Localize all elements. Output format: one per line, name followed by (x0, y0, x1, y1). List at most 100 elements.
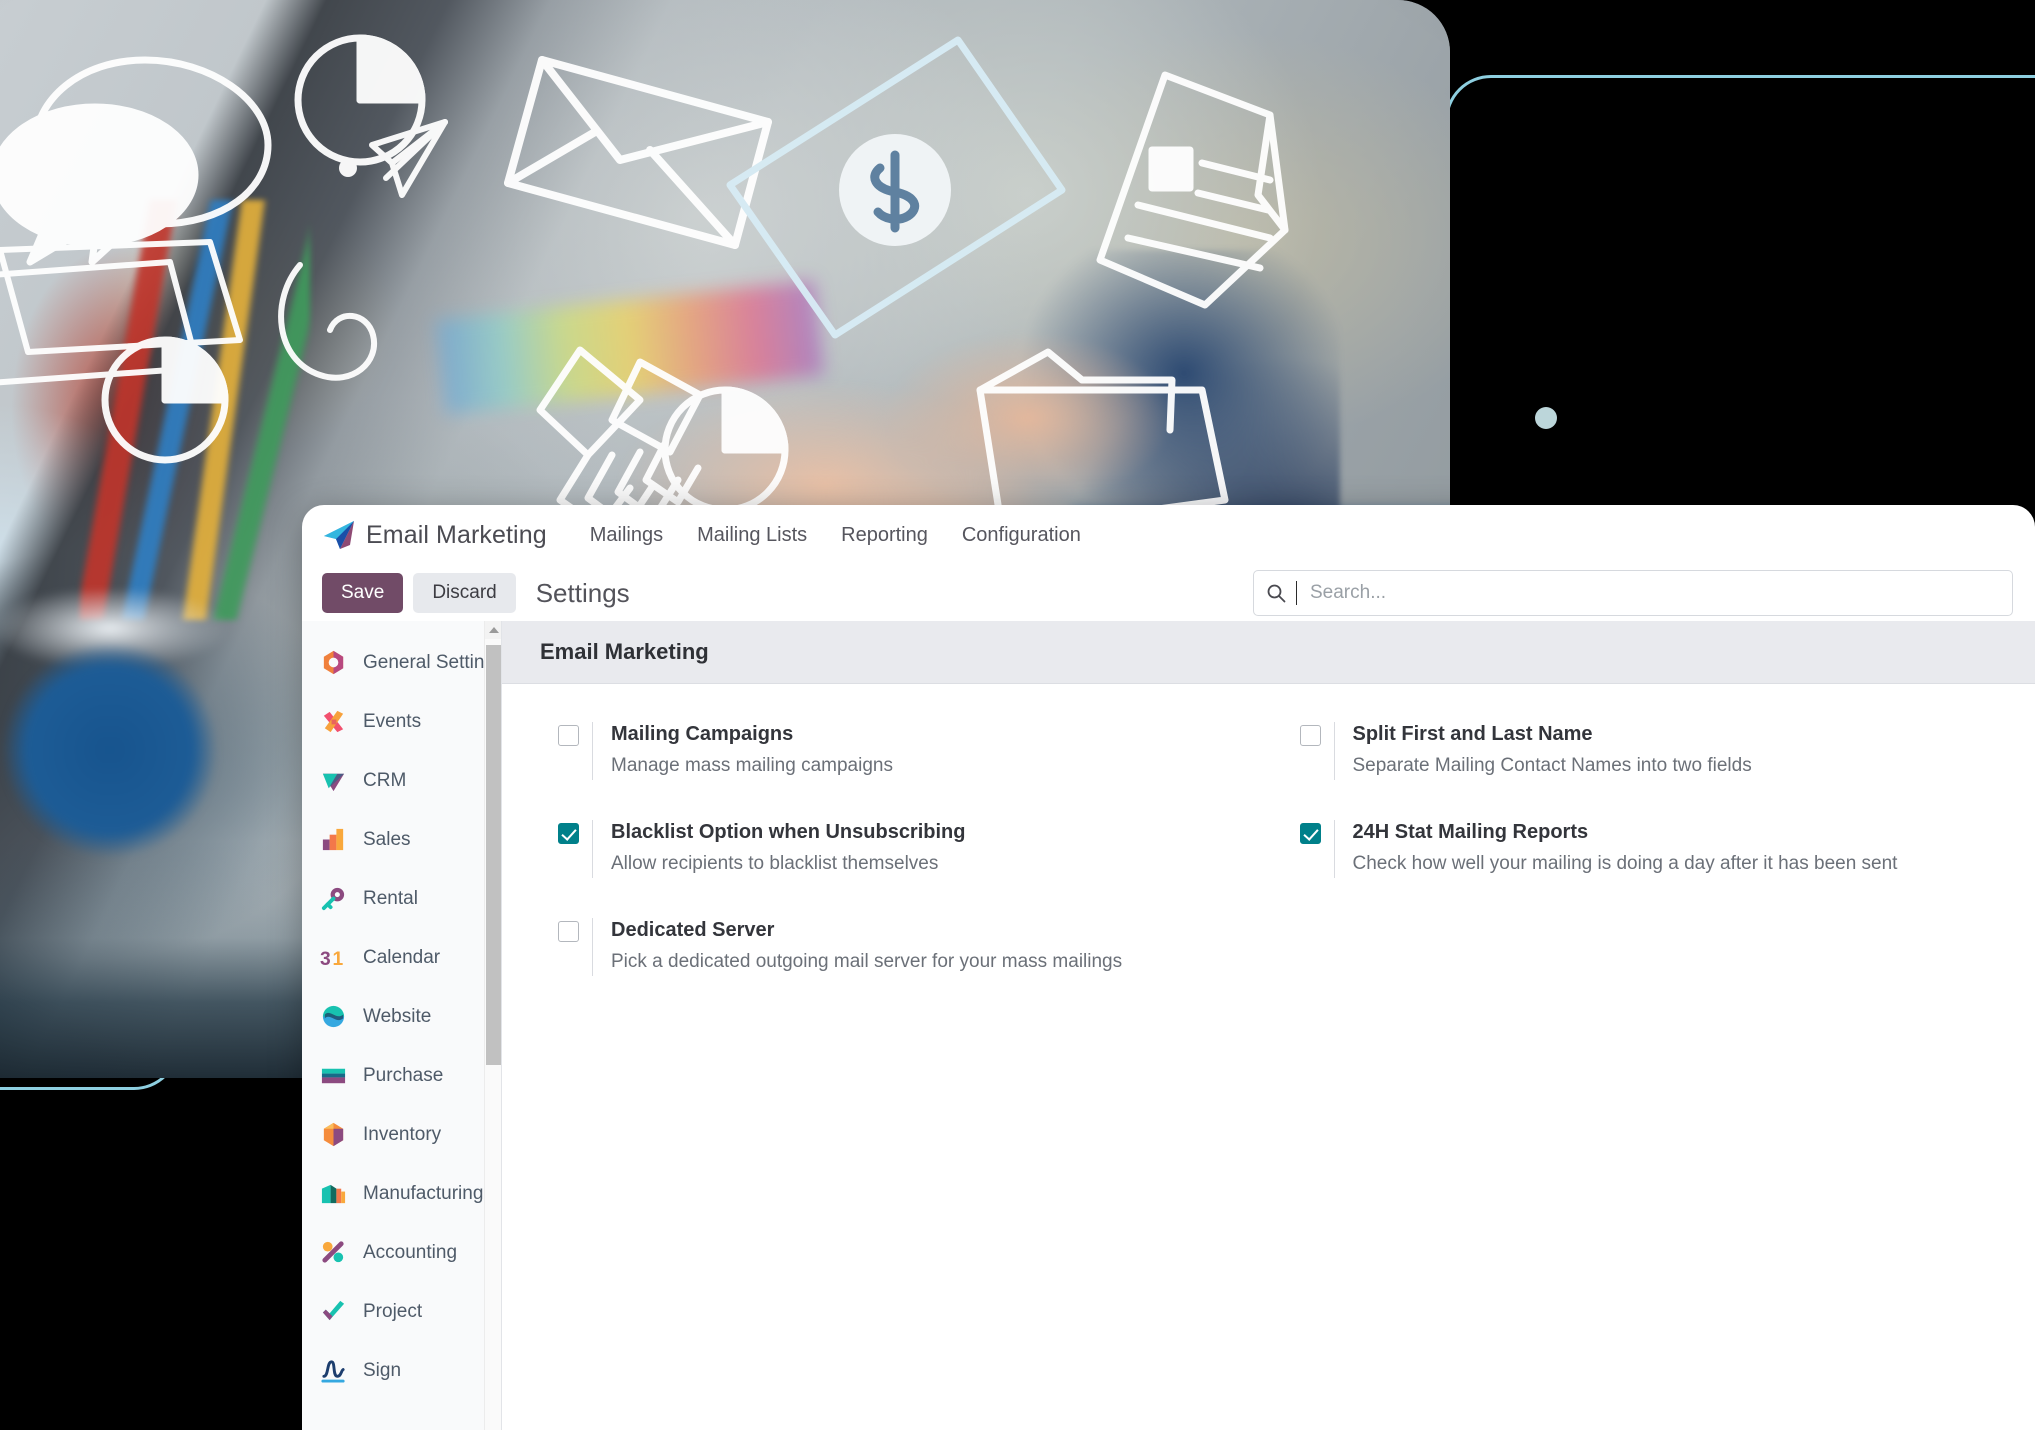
sidebar-item-inventory[interactable]: Inventory (302, 1105, 501, 1164)
events-icon (323, 710, 344, 733)
setting-title: Mailing Campaigns (611, 723, 794, 745)
sidebar-item-label: Events (363, 710, 422, 732)
settings-sidebar: General Settings Events CRM Sales Rental… (302, 621, 502, 1430)
sidebar-item-sign[interactable]: Sign (302, 1341, 501, 1400)
sidebar-scrollbar[interactable] (484, 621, 501, 1430)
setting-checkbox[interactable] (558, 725, 579, 746)
paper-plane-icon (369, 119, 448, 198)
key-icon (321, 887, 345, 911)
sidebar-item-label: Inventory (363, 1123, 442, 1145)
swirl-arrow-icon (278, 262, 378, 381)
envelope-icon (504, 56, 772, 249)
sidebar-item-sales[interactable]: Sales (302, 810, 501, 869)
setting-text: Dedicated Server Pick a dedicated outgoi… (592, 918, 1122, 976)
search-input[interactable]: Search... (1253, 570, 2013, 616)
sidebar-item-crm[interactable]: CRM (302, 751, 501, 810)
checkbox-wrap (540, 918, 592, 942)
setting-checkbox[interactable] (558, 823, 579, 844)
sidebar-item-rental[interactable]: Rental (302, 869, 501, 928)
setting-checkbox[interactable] (1299, 725, 1321, 746)
page-title: Settings (535, 577, 630, 608)
checkbox-wrap (1282, 820, 1334, 844)
scroll-up-button[interactable] (485, 621, 501, 639)
paper-plane-icon (324, 521, 354, 549)
setting-title: Split First and Last Name (1352, 723, 1593, 745)
nav-item-reporting[interactable]: Reporting (824, 518, 945, 553)
setting-description: Check how well your mailing is doing a d… (1352, 853, 1898, 874)
screenshot-stage: Email Marketing Mailings Mailing Lists R… (0, 0, 2035, 1430)
sidebar-item-website[interactable]: Website (302, 987, 501, 1046)
setting-24h-stat-mailing-reports: 24H Stat Mailing Reports Check how well … (1282, 820, 2004, 918)
sidebar-item-label: Sign (363, 1359, 402, 1381)
sidebar-item-purchase[interactable]: Purchase (302, 1046, 501, 1105)
purchase-card-icon (321, 1068, 346, 1084)
scrollbar-thumb[interactable] (486, 645, 501, 1065)
sidebar-item-calendar[interactable]: 3 1 Calendar (302, 928, 501, 987)
sidebar-list: General Settings Events CRM Sales Rental… (302, 621, 501, 1400)
save-button[interactable]: Save (322, 572, 404, 614)
sidebar-item-label: Website (363, 1005, 432, 1027)
sidebar-item-label: Project (363, 1300, 423, 1322)
sales-bars-icon (322, 828, 344, 851)
search-icon (1267, 584, 1286, 603)
setting-title: Dedicated Server (611, 919, 775, 941)
nav-item-configuration[interactable]: Configuration (945, 518, 1098, 553)
svg-text:3: 3 (320, 949, 331, 970)
application-window: Email Marketing Mailings Mailing Lists R… (302, 505, 2035, 1430)
sidebar-item-general-settings[interactable]: General Settings (302, 633, 501, 692)
accounting-icon (322, 1241, 344, 1263)
decor-dot-right (1535, 407, 1557, 429)
search-placeholder: Search... (1310, 582, 1387, 603)
setting-split-first-and-last-name: Split First and Last Name Separate Maili… (1282, 722, 2004, 820)
setting-description: Allow recipients to blacklist themselves (611, 853, 939, 874)
handshake-icon (536, 346, 704, 532)
folder-icon (976, 348, 1229, 534)
discard-button[interactable]: Discard (413, 572, 516, 614)
setting-text: Blacklist Option when Unsubscribing Allo… (592, 820, 965, 878)
sidebar-item-project[interactable]: Project (302, 1282, 501, 1341)
calendar-31-icon: 3 1 (320, 949, 344, 970)
manufacturing-icon (321, 1184, 346, 1204)
setting-checkbox[interactable] (1299, 823, 1321, 844)
crm-icon (322, 773, 345, 792)
nav-item-mailing-lists[interactable]: Mailing Lists (680, 518, 824, 553)
dollar-banknote-icon (726, 36, 1066, 339)
pie-chart-small-icon (101, 336, 229, 464)
pie-chart-icon (294, 34, 426, 166)
app-title: Email Marketing (366, 520, 547, 549)
settings-options-grid: Mailing Campaigns Manage mass mailing ca… (540, 722, 2003, 1016)
checkbox-wrap (540, 722, 592, 746)
setting-dedicated-server: Dedicated Server Pick a dedicated outgoi… (540, 918, 1262, 1016)
settings-section-body: Mailing Campaigns Manage mass mailing ca… (502, 684, 2035, 1016)
inventory-box-icon (323, 1122, 344, 1147)
sidebar-item-label: Calendar (363, 946, 441, 968)
checkbox-wrap (1282, 722, 1334, 746)
sidebar-item-events[interactable]: Events (302, 692, 501, 751)
setting-text: 24H Stat Mailing Reports Check how well … (1333, 820, 1898, 878)
checkbox-wrap (540, 820, 592, 844)
setting-title: 24H Stat Mailing Reports (1352, 821, 1589, 843)
setting-description: Separate Mailing Contact Names into two … (1352, 755, 1752, 776)
dot-icon (339, 159, 357, 177)
setting-text: Split First and Last Name Separate Maili… (1333, 722, 1752, 780)
sign-pen-icon (321, 1360, 345, 1383)
setting-checkbox[interactable] (558, 921, 579, 942)
setting-title: Blacklist Option when Unsubscribing (611, 821, 966, 843)
window-body: General Settings Events CRM Sales Rental… (302, 621, 2035, 1430)
project-check-icon (322, 1300, 345, 1321)
speech-bubbles-icon (0, 56, 272, 266)
sidebar-item-manufacturing[interactable]: Manufacturing (302, 1164, 501, 1223)
website-globe-icon (322, 1005, 345, 1028)
setting-blacklist-option-when-unsubscribing: Blacklist Option when Unsubscribing Allo… (540, 820, 1262, 918)
nav-item-mailings[interactable]: Mailings (573, 518, 680, 553)
setting-description: Manage mass mailing campaigns (611, 755, 893, 776)
control-bar: Save Discard Settings Search... (302, 565, 2035, 621)
settings-gear-icon (323, 650, 344, 675)
svg-text:1: 1 (333, 949, 344, 970)
sidebar-item-label: General Settings (363, 651, 502, 673)
sidebar-item-accounting[interactable]: Accounting (302, 1223, 501, 1282)
sidebar-item-label: Manufacturing (363, 1182, 484, 1204)
pie-chart-small-icon (661, 386, 789, 514)
sidebar-item-label: Purchase (363, 1064, 444, 1086)
app-brand[interactable]: Email Marketing (322, 519, 573, 551)
